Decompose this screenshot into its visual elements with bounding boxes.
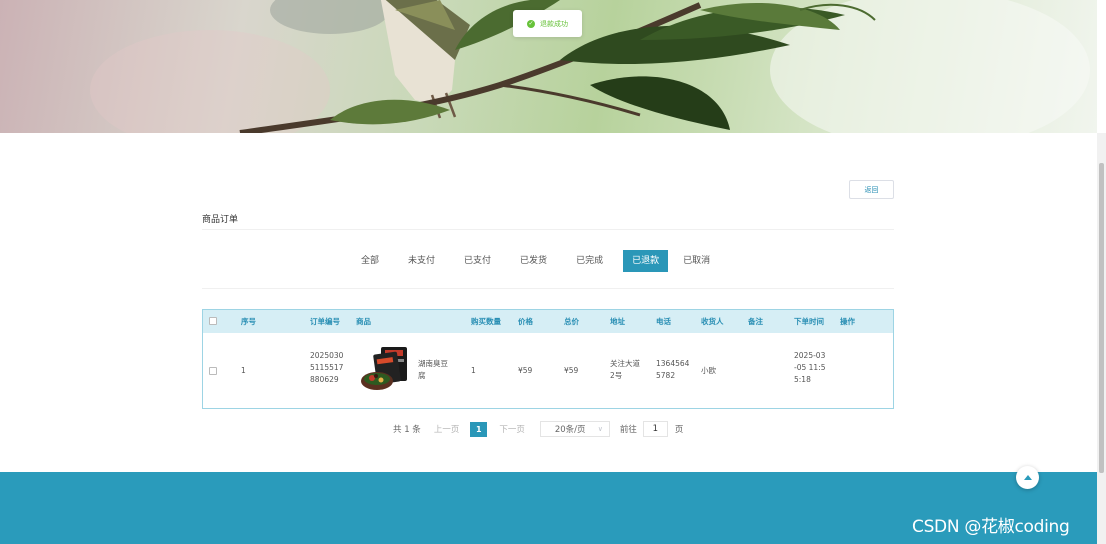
header-order-no: 订单编号 <box>310 317 340 326</box>
pagination: 共 1 条 上一页 1 下一页 20条/页 ∨ 前往 页 <box>393 421 683 437</box>
chevron-down-icon: ∨ <box>597 425 603 433</box>
scrollbar-thumb[interactable] <box>1099 163 1104 473</box>
tab-shipped[interactable]: 已发货 <box>511 250 556 272</box>
tab-cancelled[interactable]: 已取消 <box>674 250 719 272</box>
banner-image: ✓ 退款成功 <box>0 0 1097 133</box>
page-size-select[interactable]: 20条/页 ∨ <box>539 421 610 437</box>
cell-address: 关注大道 2号 <box>610 359 640 380</box>
tab-refunded[interactable]: 已退款 <box>623 250 669 272</box>
back-to-top-button[interactable] <box>1016 466 1039 489</box>
header-remark: 备注 <box>748 317 763 326</box>
header-total: 总价 <box>564 317 579 326</box>
header-time: 下单时间 <box>794 317 824 326</box>
select-all-checkbox[interactable] <box>209 317 217 325</box>
header-address: 地址 <box>610 317 625 326</box>
orders-table: 序号 订单编号 商品 购买数量 价格 总价 地址 电话 收货人 备注 下单时间 … <box>202 309 894 409</box>
divider <box>202 229 894 230</box>
cell-order-no: 2025030 5115517 880629 <box>310 351 344 384</box>
cell-product-name: 湖南臭豆 腐 <box>418 359 448 380</box>
tab-all[interactable]: 全部 <box>352 250 388 272</box>
prev-page-button[interactable]: 上一页 <box>434 423 460 435</box>
header-action: 操作 <box>840 317 855 326</box>
cell-time: 2025-03 -05 11:5 5:18 <box>794 351 826 384</box>
page-size-value: 20条/页 <box>554 425 586 435</box>
page-title: 商品订单 <box>202 215 239 225</box>
goto-label: 前往 <box>619 425 637 435</box>
pagination-total: 共 1 条 <box>393 425 421 435</box>
arrow-up-icon <box>1023 475 1032 480</box>
divider <box>202 288 894 289</box>
cell-quantity: 1 <box>471 366 476 375</box>
product-thumbnail[interactable] <box>359 345 411 393</box>
page-number-current[interactable]: 1 <box>470 421 488 437</box>
page: ✓ 退款成功 返回 商品订单 全部 未支付 已支付 已发货 已完成 已退款 已取… <box>0 0 1106 544</box>
header-receiver: 收货人 <box>701 317 724 326</box>
success-toast: ✓ 退款成功 <box>513 10 582 37</box>
table-header: 序号 订单编号 商品 购买数量 价格 总价 地址 电话 收货人 备注 下单时间 … <box>203 310 893 333</box>
order-status-tabs: 全部 未支付 已支付 已发货 已完成 已退款 已取消 <box>352 250 730 272</box>
tab-completed[interactable]: 已完成 <box>567 250 612 272</box>
goto-page-input[interactable] <box>642 421 668 437</box>
header-index: 序号 <box>241 317 256 326</box>
header-quantity: 购买数量 <box>471 317 501 326</box>
toast-text: 退款成功 <box>540 19 568 28</box>
header-price: 价格 <box>518 317 533 326</box>
next-page-button[interactable]: 下一页 <box>499 423 525 435</box>
cell-index: 1 <box>241 366 246 375</box>
watermark: CSDN @花椒coding <box>912 517 1070 537</box>
tab-paid[interactable]: 已支付 <box>455 250 500 272</box>
cell-receiver: 小欧 <box>701 366 716 375</box>
check-circle-icon: ✓ <box>527 19 535 28</box>
page-suffix: 页 <box>674 425 684 435</box>
header-product: 商品 <box>356 317 371 326</box>
cell-price: ¥59 <box>518 366 533 375</box>
header-phone: 电话 <box>656 317 671 326</box>
cell-total: ¥59 <box>564 366 579 375</box>
cell-phone: 1364564 5782 <box>656 359 690 380</box>
back-button[interactable]: 返回 <box>849 180 894 199</box>
tab-unpaid[interactable]: 未支付 <box>399 250 444 272</box>
row-checkbox[interactable] <box>209 367 217 375</box>
